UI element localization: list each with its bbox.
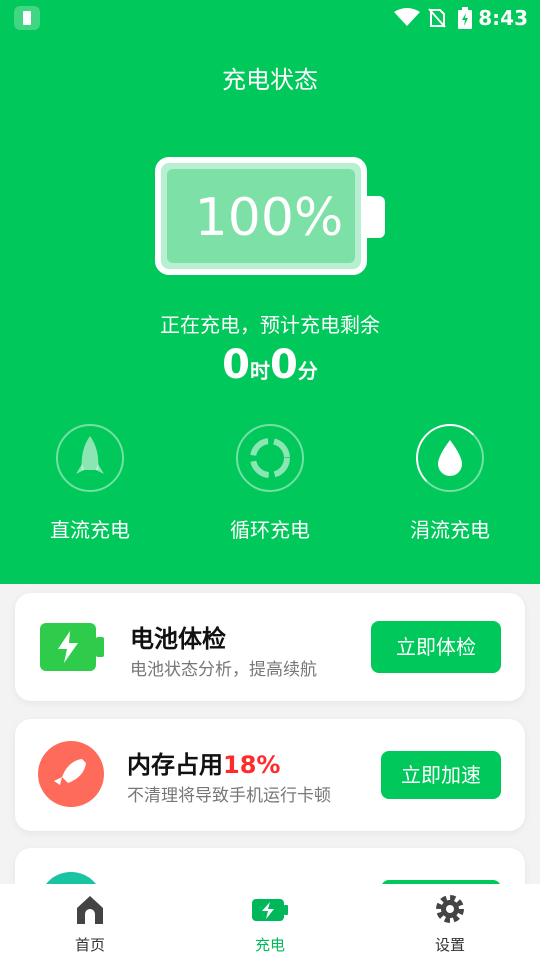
battery-icon <box>40 623 104 671</box>
battery-status-icon <box>458 7 472 29</box>
minutes-unit: 分 <box>297 359 318 383</box>
nav-settings[interactable]: 设置 <box>360 892 540 955</box>
mode-label: 涓流充电 <box>410 518 490 542</box>
drop-icon <box>416 424 484 492</box>
nav-label: 充电 <box>254 936 285 954</box>
page-title: 充电状态 <box>222 66 318 94</box>
mode-label: 直流充电 <box>50 518 130 542</box>
minutes-value: 0 <box>270 342 298 388</box>
hours-unit: 时 <box>250 359 270 383</box>
memory-percent: 18% <box>223 751 281 779</box>
card-subtitle: 不清理将导致手机运行卡顿 <box>127 786 331 806</box>
nav-charging[interactable]: 充电 <box>180 892 360 955</box>
no-sim-icon <box>428 8 446 28</box>
battery-charge-icon <box>252 899 288 921</box>
mode-trickle-charging[interactable]: 涓流充电 <box>375 424 525 543</box>
nav-home[interactable]: 首页 <box>0 892 180 955</box>
home-icon <box>77 896 103 924</box>
card-title: 电池体检 <box>130 625 226 653</box>
battery-percent: 100% <box>194 188 344 248</box>
battery-check-card[interactable]: 电池体检 电池状态分析，提高续航 立即体检 <box>15 593 525 701</box>
nav-label: 设置 <box>434 936 465 954</box>
gear-icon <box>436 895 464 923</box>
clock: 8:43 <box>478 6 528 30</box>
hours-value: 0 <box>222 342 250 388</box>
card-title: 内存占用18% <box>127 745 280 780</box>
recycle-icon <box>236 424 304 492</box>
memory-card[interactable]: 内存占用18% 不清理将导致手机运行卡顿 立即加速 <box>15 719 525 831</box>
memory-title-text: 内存占用 <box>127 751 223 779</box>
mode-dc-charging[interactable]: 直流充电 <box>15 424 165 543</box>
time-remaining: 0时0分 <box>0 342 540 388</box>
mode-cycle-charging[interactable]: 循环充电 <box>195 424 345 543</box>
card-subtitle: 电池状态分析，提高续航 <box>130 660 317 680</box>
mode-label: 循环充电 <box>230 518 310 542</box>
nav-label: 首页 <box>74 936 105 954</box>
speed-up-button[interactable]: 立即加速 <box>381 751 501 799</box>
status-bar: 8:43 <box>0 0 540 36</box>
charging-header-panel: 8:43 充电状态 100% 正在充电，预计充电剩余 0时0分 直流充电 循环充… <box>0 0 540 584</box>
rocket-icon <box>38 741 104 807</box>
rocket-icon <box>56 424 124 492</box>
wifi-icon <box>394 8 420 26</box>
battery-check-button[interactable]: 立即体检 <box>371 621 501 673</box>
app-notification-icon <box>14 6 40 30</box>
bottom-nav: 首页 充电 设置 <box>0 884 540 960</box>
charging-status-text: 正在充电，预计充电剩余 <box>160 313 380 337</box>
